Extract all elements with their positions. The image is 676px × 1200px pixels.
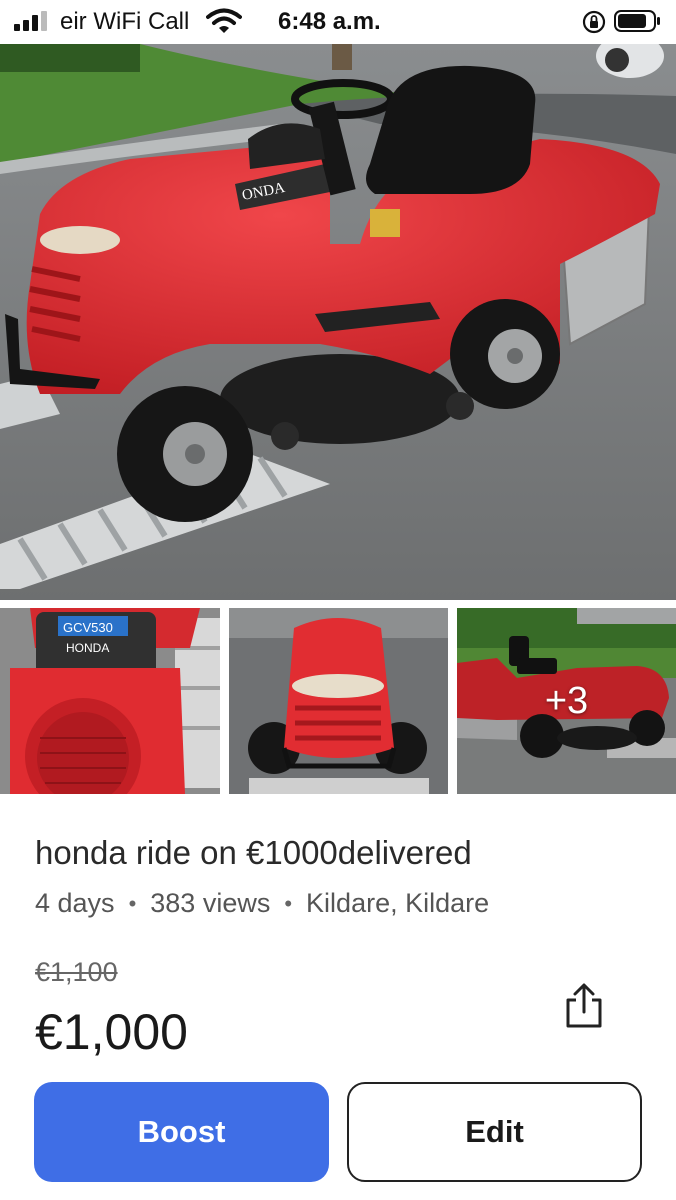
svg-text:GCV530: GCV530 [63,620,113,635]
separator-dot: • [128,890,137,916]
clock-time: 6:48 a.m. [278,8,381,35]
listing-meta: 4 days • 383 views • Kildare, Kildare [35,888,489,919]
separator-dot: • [284,890,293,916]
carrier-label: eir WiFi Call [60,8,190,35]
more-photos-count[interactable]: +3 [457,608,676,794]
engine-photo: GCV530 HONDA [0,608,220,794]
hero-photo[interactable]: ONDA [0,44,676,600]
current-price: €1,000 [35,1004,188,1060]
cellular-signal-icon [14,11,47,31]
thumbnail-2[interactable] [229,608,448,794]
boost-button[interactable]: Boost [34,1082,329,1182]
svg-text:HONDA: HONDA [66,641,109,655]
rotation-lock-icon [582,10,606,34]
status-bar: eir WiFi Call 6:48 a.m. [0,0,676,44]
mower-photo: ONDA [0,44,676,600]
share-icon[interactable] [562,982,606,1030]
listing-title: honda ride on €1000delivered [35,834,472,871]
wheel [117,386,253,522]
wifi-icon [206,8,242,33]
original-price: €1,100 [35,957,118,987]
thumbnail-1[interactable]: GCV530 HONDA [0,608,220,794]
listing-views: 383 views [150,888,271,918]
edit-button[interactable]: Edit [347,1082,642,1182]
battery-icon [614,10,660,32]
thumbnail-3[interactable]: +3 [457,608,676,794]
mower-front-photo [229,608,448,794]
listing-location: Kildare, Kildare [306,888,490,918]
listing-age: 4 days [35,888,115,918]
